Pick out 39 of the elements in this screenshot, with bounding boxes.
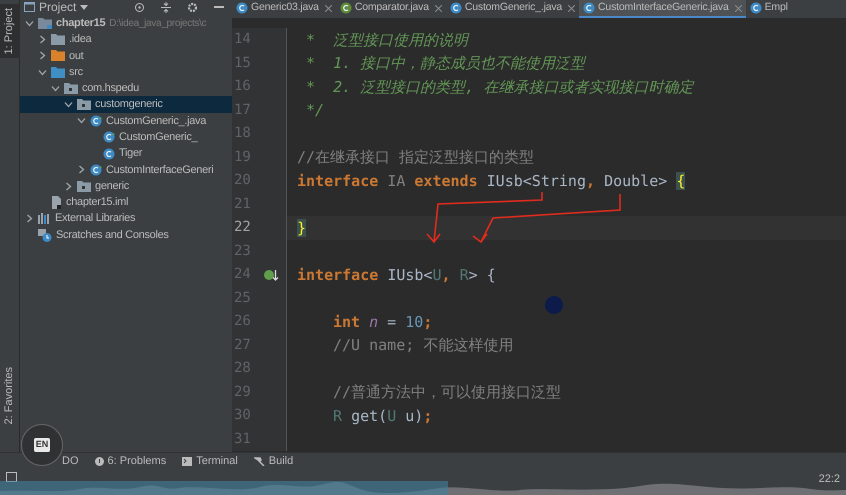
editor-tab[interactable]: CustomGeneric_.java <box>446 0 580 18</box>
project-tool-button[interactable]: 1: Project <box>0 4 20 58</box>
line-number: 22 <box>234 218 251 238</box>
code-line: * 泛型接口使用的说明 <box>305 30 468 50</box>
editor-tab[interactable]: Comparator.java <box>336 0 446 18</box>
tree-item[interactable]: CustomGeneric_.java <box>20 112 232 130</box>
code-line: * 1. 接口中，静态成员也不能使用泛型 <box>305 53 586 74</box>
tree-item[interactable]: com.hspedu <box>20 80 232 96</box>
code-line: * 2. 泛型接口的类型, 在继承接口或者实现接口时确定 <box>305 76 694 98</box>
code-line: interface IA extends IUsb<String, Double> { <box>296 170 686 192</box>
tool-window-button[interactable]: Build <box>254 452 294 470</box>
tree-item[interactable]: CustomGeneric_ <box>20 129 232 146</box>
tree-item[interactable]: External Libraries <box>20 210 232 227</box>
tree-item[interactable]: generic <box>20 178 232 194</box>
code-line: //普通方法中，可以使用接口泛型 <box>332 382 562 403</box>
code-line: int n = 10; <box>332 312 432 332</box>
tree-item[interactable]: chapter15.iml <box>20 194 232 211</box>
favorites-tool-button[interactable]: 2: Favorites <box>1 366 18 424</box>
tree-item[interactable]: CustomInterfaceGeneri <box>20 162 232 178</box>
tool-window-button[interactable]: Terminal <box>182 452 238 470</box>
tree-item[interactable]: chapter15 D:\idea_java_projects\c <box>20 15 232 32</box>
code-line: //在继承接口 指定泛型接口的类型 <box>296 147 534 168</box>
panel-title[interactable]: Project <box>39 0 76 16</box>
tree-item[interactable]: src <box>20 64 232 80</box>
caret-position[interactable]: 22:2 <box>818 471 840 488</box>
tree-item[interactable]: .idea <box>20 31 232 48</box>
code-line: //U name; 不能这样使用 <box>332 335 514 356</box>
tool-window-button[interactable]: 6: Problems <box>94 452 166 470</box>
editor-tab[interactable]: Empl <box>746 0 792 18</box>
code-line: */ <box>305 100 324 121</box>
editor-tab[interactable]: Generic03.java <box>232 0 336 18</box>
tree-item[interactable]: out <box>20 48 232 64</box>
tree-item[interactable]: customgeneric <box>20 96 232 113</box>
tool-window-button[interactable]: DO <box>62 452 78 470</box>
code-line: interface IUsb<U, R> { <box>296 264 496 286</box>
code-line: R get(U u); <box>332 406 432 426</box>
tree-item[interactable]: Tiger <box>20 145 232 162</box>
editor-tab[interactable]: CustomInterfaceGeneric.java <box>579 0 746 18</box>
tree-item[interactable]: Scratches and Consoles <box>20 226 232 244</box>
